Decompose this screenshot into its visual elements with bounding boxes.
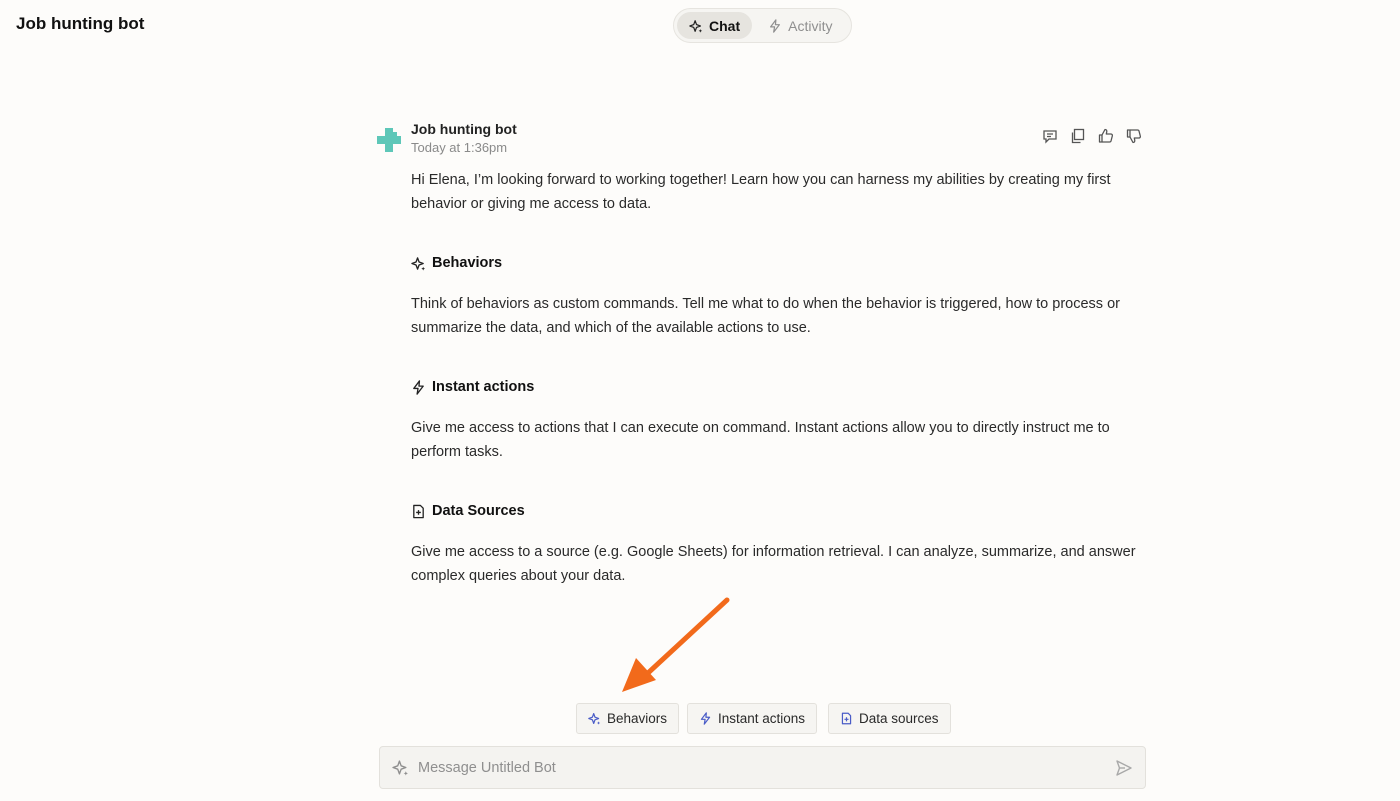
message-timestamp: Today at 1:36pm xyxy=(411,140,508,155)
file-icon xyxy=(841,712,852,725)
copy-icon xyxy=(1071,128,1085,144)
section-data-sources-heading: Data Sources xyxy=(411,503,525,519)
section-data-sources-title: Data Sources xyxy=(432,503,525,519)
message-actions xyxy=(1042,128,1142,144)
tab-chat-label: Chat xyxy=(709,17,741,34)
thumbs-down-button[interactable] xyxy=(1126,128,1142,144)
send-icon[interactable] xyxy=(1115,759,1133,777)
comment-icon xyxy=(1043,130,1057,144)
suggestion-instant-actions-button[interactable]: Instant actions xyxy=(687,703,818,734)
sparkle-icon xyxy=(392,760,408,776)
copy-button[interactable] xyxy=(1070,128,1086,144)
thumbs-up-icon xyxy=(1098,128,1114,143)
app-title: Job hunting bot xyxy=(16,14,145,33)
section-instant-actions-title: Instant actions xyxy=(432,379,535,395)
lightning-icon xyxy=(413,379,424,395)
section-behaviors-body: Think of behaviors as custom commands. T… xyxy=(411,296,1120,336)
message-intro: Hi Elena, I’m looking forward to working… xyxy=(411,172,1111,212)
lightning-icon xyxy=(700,712,711,725)
thumbs-down-icon xyxy=(1126,129,1142,144)
section-instant-actions-body: Give me access to actions that I can exe… xyxy=(411,420,1110,460)
view-tab-switch: Chat Activity xyxy=(673,8,852,43)
tab-activity-label: Activity xyxy=(788,17,833,34)
annotation-arrow xyxy=(622,597,730,692)
section-behaviors-title: Behaviors xyxy=(432,255,503,271)
comment-button[interactable] xyxy=(1042,128,1058,144)
sparkle-icon xyxy=(588,713,601,725)
section-instant-actions-heading: Instant actions xyxy=(411,379,534,395)
file-icon xyxy=(413,504,424,518)
tab-activity[interactable]: Activity xyxy=(756,12,844,39)
sparkle-icon xyxy=(689,19,703,33)
section-data-sources-body: Give me access to a source (e.g. Google … xyxy=(411,544,1136,584)
suggestion-label: Data sources xyxy=(859,711,939,726)
bot-avatar xyxy=(377,128,401,152)
app-root: Job hunting bot Chat Activity Job huntin… xyxy=(0,0,1400,801)
sparkle-icon xyxy=(411,256,426,271)
tab-chat[interactable]: Chat xyxy=(677,12,753,39)
suggestion-label: Behaviors xyxy=(607,711,668,726)
suggestion-data-sources-button[interactable]: Data sources xyxy=(828,703,951,734)
message-input[interactable] xyxy=(418,759,1115,776)
suggestion-behaviors-button[interactable]: Behaviors xyxy=(576,703,680,734)
section-behaviors-heading: Behaviors xyxy=(411,255,502,271)
message-sender: Job hunting bot xyxy=(411,121,517,137)
suggestion-label: Instant actions xyxy=(718,711,806,726)
lightning-icon xyxy=(770,18,781,33)
message-composer xyxy=(379,746,1146,789)
thumbs-up-button[interactable] xyxy=(1098,128,1114,144)
